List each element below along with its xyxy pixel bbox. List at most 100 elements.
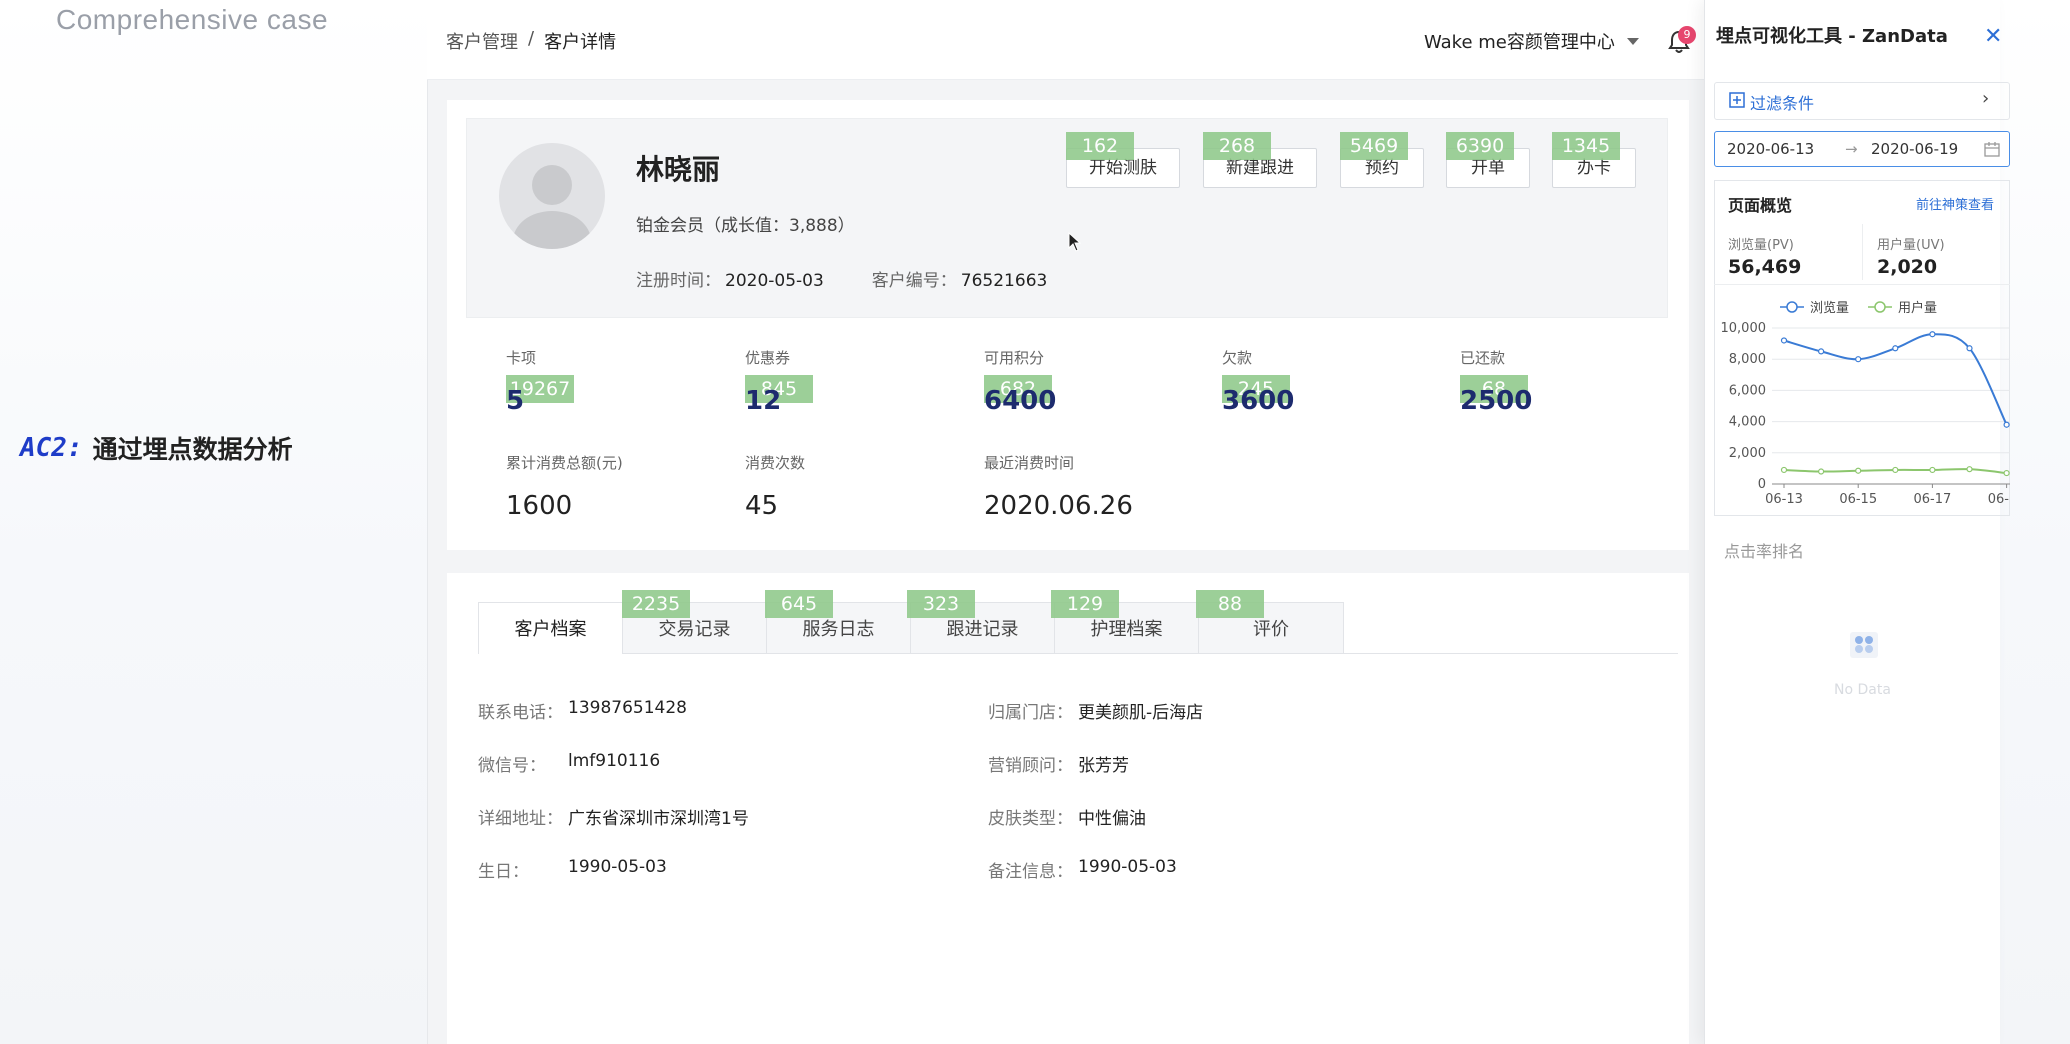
stat-value-total-spend: 1600 — [506, 491, 573, 521]
open-sensors-link[interactable]: 前往神策查看 — [1916, 194, 1994, 213]
data-point — [2003, 469, 2010, 477]
data-point — [1818, 468, 1825, 475]
info-remarks: 备注信息： 1990-05-03 — [988, 857, 1177, 882]
stat-value-coupons[interactable]: 12 — [745, 386, 781, 416]
data-point — [1966, 345, 1973, 352]
x-tick-label: 06-17 — [1914, 492, 1952, 507]
info-store: 归属门店： 更美颜肌-后海店 — [988, 703, 1204, 723]
y-tick-label: 2,000 — [1729, 446, 1766, 461]
date-start[interactable]: 2020-06-13 — [1727, 140, 1814, 158]
info-address: 详细地址： 广东省深圳市深圳湾1号 — [478, 809, 749, 829]
breadcrumb-current: 客户详情 — [544, 32, 617, 53]
date-end[interactable]: 2020-06-19 — [1871, 140, 1958, 158]
data-point — [1966, 466, 1973, 473]
overview-title: 页面概览 — [1728, 196, 1793, 215]
data-point — [1892, 466, 1899, 474]
breadcrumb: 客户管理 / 客户详情 — [446, 28, 616, 54]
registration-info: 注册时间： 2020-05-03 客户编号： 76521663 — [636, 266, 1047, 291]
legend-label: 用户量 — [1898, 300, 1937, 316]
stat-value-repaid[interactable]: 2500 — [1460, 386, 1532, 416]
uv-value: 2,020 — [1877, 256, 1938, 278]
stat-label-cards: 卡项 — [506, 349, 537, 367]
stat-value-visit-count: 45 — [745, 491, 779, 521]
panel-title: 埋点可视化工具 - ZanData — [1716, 26, 1948, 47]
breadcrumb-parent[interactable]: 客户管理 — [446, 28, 518, 54]
calendar-icon[interactable] — [1984, 141, 2000, 157]
x-tick-label: 06-15 — [1839, 492, 1877, 507]
data-point — [1855, 467, 1862, 474]
data-point — [2003, 421, 2010, 428]
stat-label-total-spend: 累计消费总额(元) — [506, 454, 623, 472]
breadcrumb-separator: / — [528, 28, 535, 49]
data-point — [1892, 345, 1899, 352]
click-count-badge: 129 — [1051, 590, 1119, 618]
x-tick-label: 06-13 — [1765, 492, 1803, 507]
click-count-badge: 2235 — [622, 590, 690, 618]
stat-label-last-visit: 最近消费时间 — [984, 454, 1075, 472]
no-data-text: No Data — [1834, 682, 1891, 698]
stat-label-arrears: 欠款 — [1222, 349, 1253, 367]
plus-square-icon — [1729, 92, 1745, 108]
data-point — [1780, 466, 1788, 474]
tab-profile[interactable]: 客户档案 — [479, 603, 623, 654]
stat-label-visit-count: 消费次数 — [745, 454, 806, 472]
mouse-cursor-icon — [1068, 232, 1082, 252]
y-tick-label: 6,000 — [1729, 383, 1766, 398]
pv-uv-line-chart: 浏览量 用户量 0 2,000 4,000 6,000 8,000 10,000 06-13 06… — [1721, 300, 2010, 507]
uv-label: 用户量(UV) — [1877, 238, 1945, 253]
customer-name: 林晓丽 — [636, 153, 721, 186]
ac2-text: 通过埋点数据分析 — [92, 435, 293, 464]
info-phone: 联系电话： 13987651428 — [478, 698, 687, 723]
click-rate-ranking-title: 点击率排名 — [1724, 542, 1805, 561]
metric-divider — [1862, 224, 1863, 280]
store-selector[interactable]: Wake me容颜管理中心 — [1424, 28, 1639, 54]
notification-badge: 9 — [1678, 26, 1696, 44]
close-icon[interactable]: ✕ — [1984, 24, 2002, 49]
data-point — [1855, 356, 1862, 363]
stat-value-cards[interactable]: 5 — [506, 386, 524, 416]
pv-value: 56,469 — [1728, 256, 1802, 278]
click-count-badge: 162 — [1066, 132, 1134, 160]
metric-divider — [1714, 284, 2010, 285]
store-name: Wake me容颜管理中心 — [1424, 32, 1615, 53]
legend-marker — [1786, 301, 1798, 313]
y-tick-label: 0 — [1758, 477, 1766, 492]
info-wechat: 微信号： lmf910116 — [478, 751, 661, 776]
stat-value-last-visit: 2020.06.26 — [984, 491, 1133, 521]
chevron-down-icon — [1626, 37, 1639, 45]
y-tick-label: 10,000 — [1721, 321, 1767, 336]
customer-id: 客户编号： 76521663 — [871, 271, 1048, 291]
filter-label: 过滤条件 — [1750, 94, 1815, 113]
stat-value-points[interactable]: 6400 — [984, 386, 1056, 416]
info-consultant: 营销顾问： 张芳芳 — [988, 756, 1129, 776]
date-separator: → — [1845, 140, 1858, 158]
y-tick-label: 8,000 — [1729, 352, 1766, 367]
data-point — [1929, 466, 1936, 474]
click-count-badge: 323 — [907, 590, 975, 618]
legend-label: 浏览量 — [1810, 300, 1849, 316]
ac2-tag: AC2: — [20, 433, 83, 463]
ac2-caption: AC2: 通过埋点数据分析 — [20, 430, 293, 466]
click-count-badge: 88 — [1196, 590, 1264, 618]
data-point — [1818, 348, 1825, 355]
legend-marker — [1874, 301, 1886, 313]
registration-date: 注册时间： 2020-05-03 — [636, 271, 824, 291]
click-count-badge: 1345 — [1552, 132, 1620, 160]
y-tick-label: 4,000 — [1729, 415, 1766, 430]
slide-title: Comprehensive case — [56, 4, 329, 35]
click-count-badge: 645 — [765, 590, 833, 618]
data-point — [1929, 331, 1936, 338]
stat-value-arrears[interactable]: 3600 — [1222, 386, 1294, 416]
avatar — [499, 143, 605, 249]
info-birthday: 生日： 1990-05-03 — [478, 857, 667, 882]
click-count-badge: 6390 — [1446, 132, 1514, 160]
data-point — [1780, 337, 1788, 344]
chevron-right-icon: › — [1982, 88, 1990, 109]
click-count-badge: 5469 — [1340, 132, 1408, 160]
x-tick-label: 06-19 — [1988, 492, 2010, 507]
click-count-badge: 268 — [1203, 132, 1271, 160]
stat-label-repaid: 已还款 — [1460, 349, 1506, 367]
pv-label: 浏览量(PV) — [1728, 238, 1794, 253]
membership-level: 铂金会员（成长值：3,888） — [636, 216, 855, 236]
stat-label-coupons: 优惠券 — [745, 349, 791, 367]
